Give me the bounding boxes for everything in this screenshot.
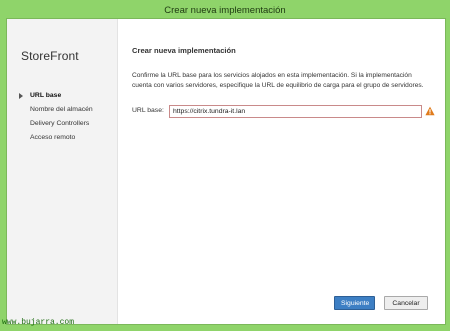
cancel-button[interactable]: Cancelar [384, 296, 428, 310]
warning-icon [425, 106, 435, 116]
url-input[interactable] [169, 105, 422, 118]
sidebar-item-delivery-controllers[interactable]: Delivery Controllers [7, 117, 117, 131]
title-bar[interactable]: Crear nueva implementación [0, 0, 450, 18]
url-label: URL base: [132, 107, 164, 114]
description-text: Confirme la URL base para los servicios … [132, 72, 424, 89]
next-button[interactable]: Siguiente [334, 296, 375, 310]
sidebar-nav: URL base Nombre del almacén Delivery Con… [7, 89, 117, 145]
sidebar-item-url-base[interactable]: URL base [7, 89, 117, 103]
sidebar-item-remote-access[interactable]: Acceso remoto [7, 131, 117, 145]
watermark-text: www.bujarra.com [2, 318, 75, 327]
dialog-client: StoreFront URL base Nombre del almacén D… [6, 18, 446, 325]
window: Crear nueva implementación StoreFront UR… [0, 0, 450, 331]
window-title: Crear nueva implementación [164, 5, 286, 16]
url-row: URL base: [132, 105, 435, 119]
page-title: Crear nueva implementación [132, 46, 236, 55]
sidebar-item-store-name[interactable]: Nombre del almacén [7, 103, 117, 117]
main-panel: Crear nueva implementación Confirme la U… [117, 19, 445, 324]
sidebar: StoreFront URL base Nombre del almacén D… [7, 19, 118, 324]
brand-title: StoreFront [21, 49, 79, 63]
